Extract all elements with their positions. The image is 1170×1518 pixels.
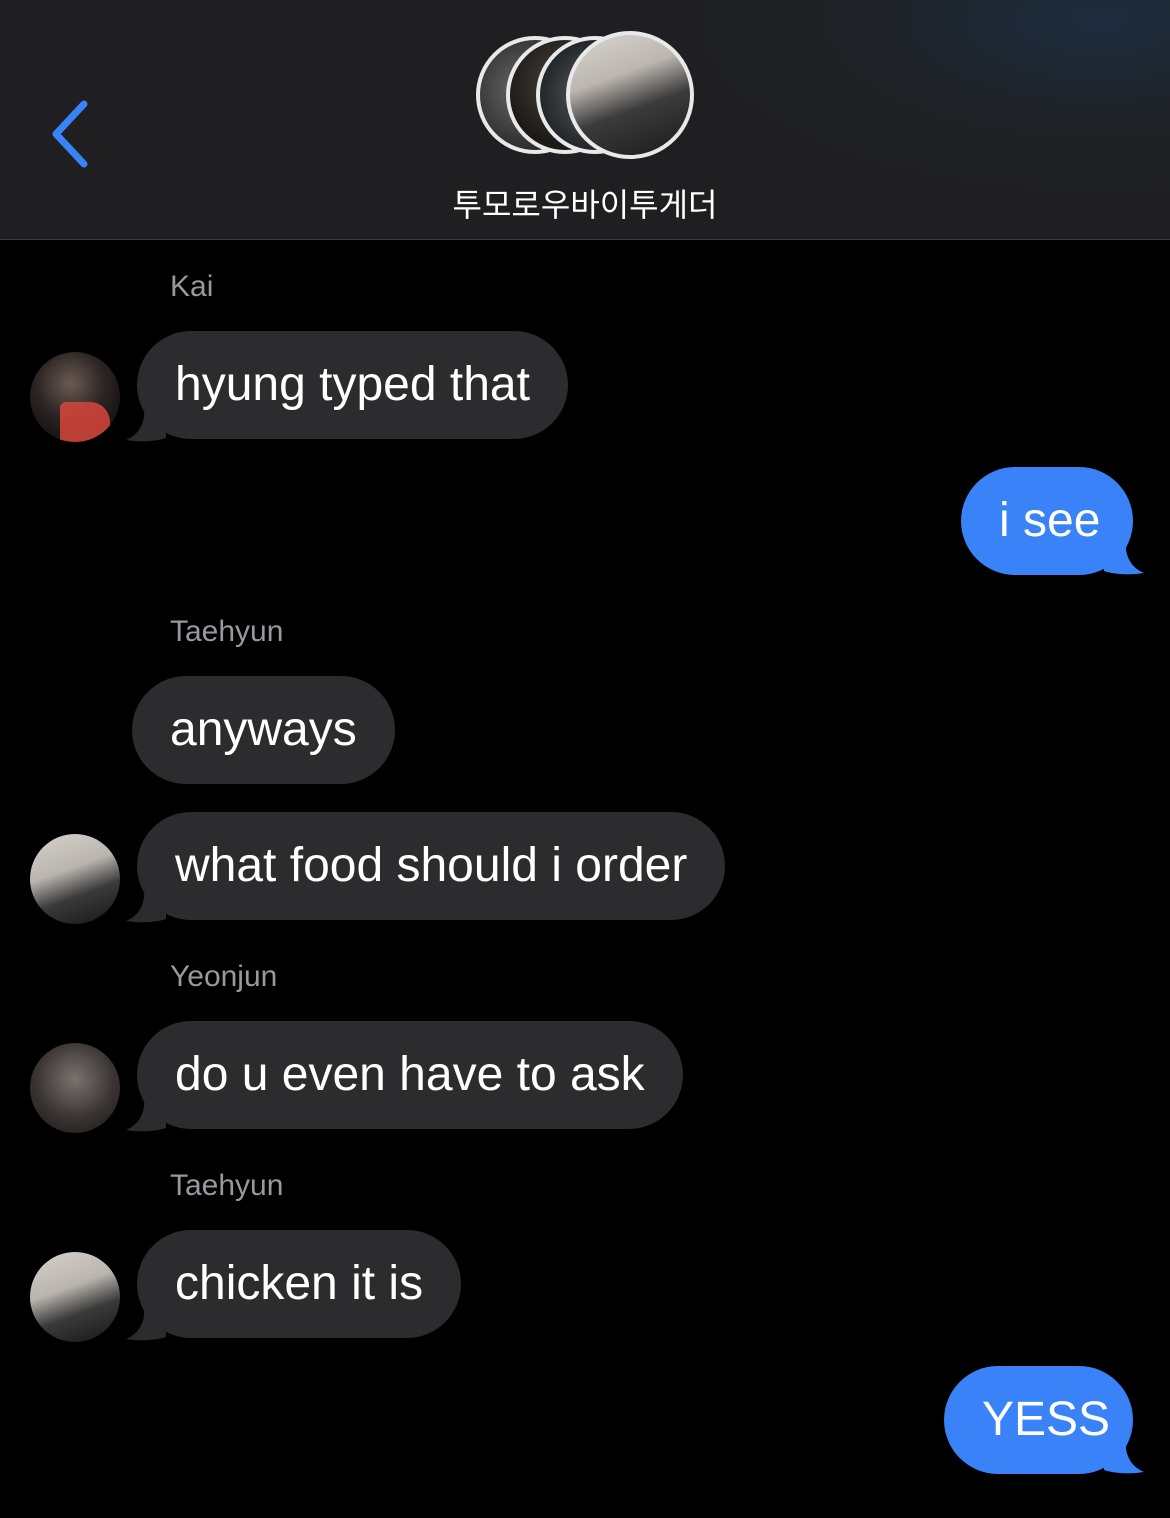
avatar[interactable] <box>30 834 120 924</box>
group-avatar-stack[interactable] <box>476 31 696 162</box>
chevron-left-icon <box>52 100 88 168</box>
message-bubble[interactable]: i see <box>961 467 1133 575</box>
message-bubble[interactable]: chicken it is <box>137 1230 462 1338</box>
sender-name-label: Taehyun <box>170 1169 284 1202</box>
group-member-avatar <box>566 31 694 159</box>
message-bubble[interactable]: what food should i order <box>137 812 726 920</box>
group-name[interactable]: 투모로우바이투게더 <box>0 180 1170 226</box>
sender-name-label: Kai <box>170 270 214 303</box>
message-bubble[interactable]: hyung typed that <box>137 331 568 439</box>
conversation-header: 투모로우바이투게더 <box>0 0 1170 240</box>
message-bubble[interactable]: do u even have to ask <box>137 1021 683 1129</box>
back-button[interactable] <box>40 90 110 180</box>
sender-name-label: Taehyun <box>170 615 284 648</box>
avatar[interactable] <box>30 1252 120 1342</box>
sender-name-label: Yeonjun <box>170 960 278 993</box>
message-bubble[interactable]: anyways <box>132 676 395 784</box>
avatar[interactable] <box>30 352 120 442</box>
avatar[interactable] <box>30 1043 120 1133</box>
message-bubble[interactable]: YESS <box>944 1366 1133 1474</box>
